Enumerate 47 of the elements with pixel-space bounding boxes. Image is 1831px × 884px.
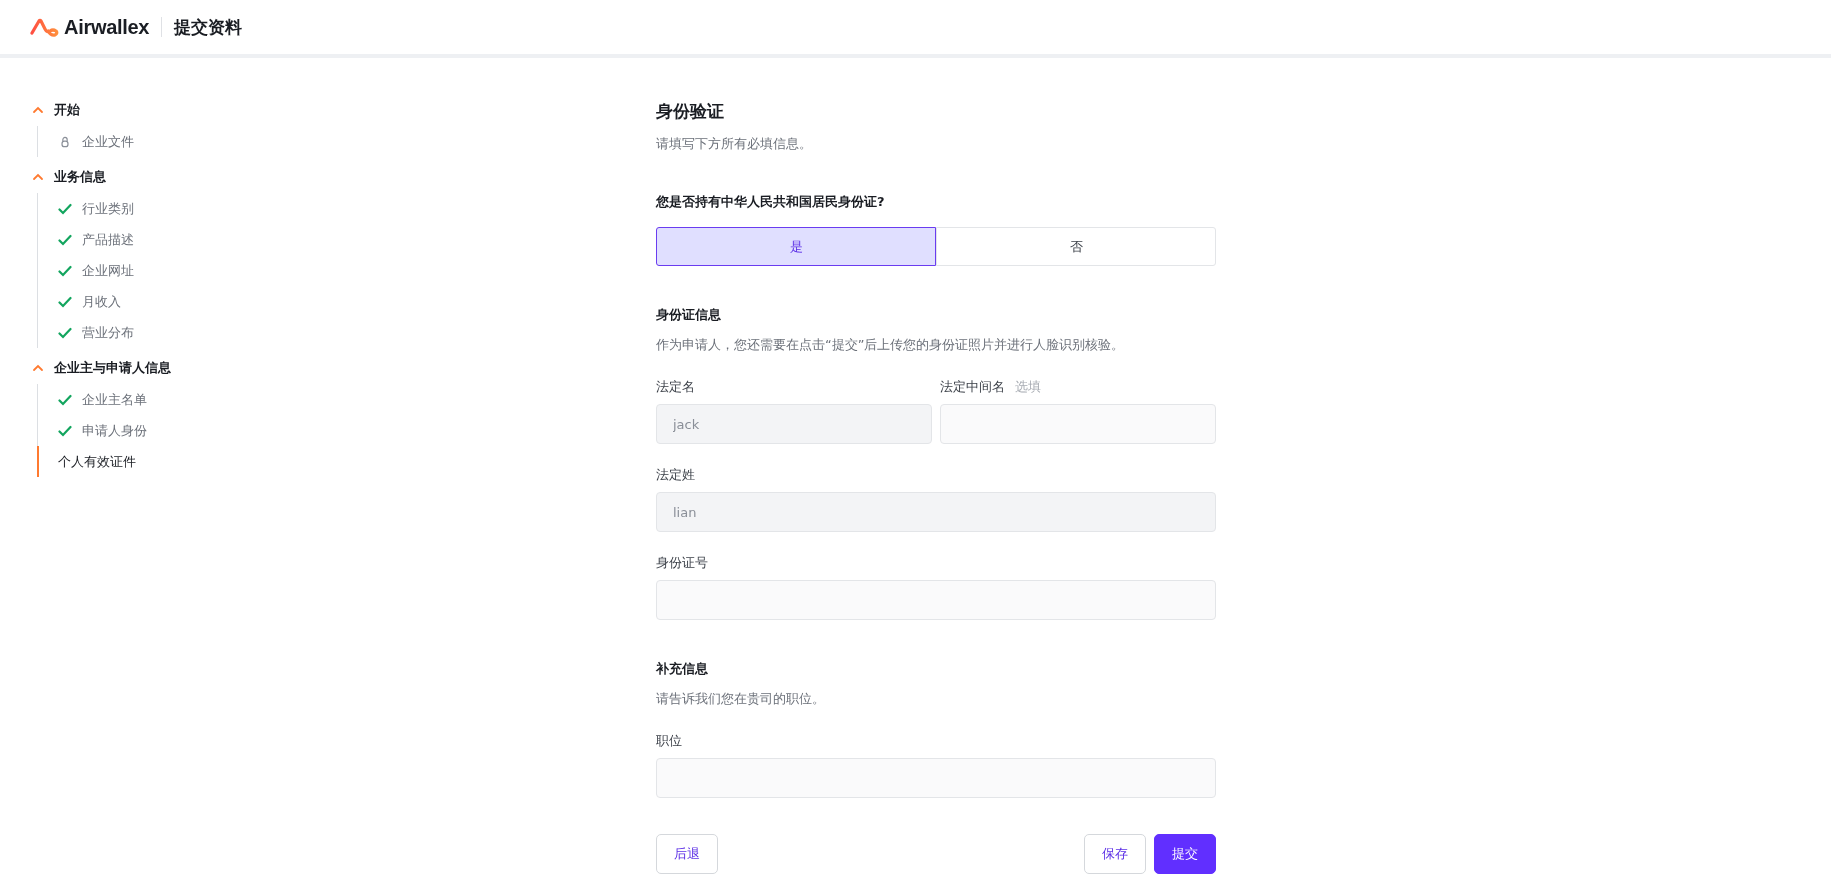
check-icon [58, 393, 72, 406]
page-title: 提交资料 [174, 15, 243, 39]
check-icon [58, 202, 72, 215]
nav-item[interactable]: 申请人身份 [38, 415, 656, 446]
chevron-icon[interactable] [32, 362, 44, 374]
section-title[interactable]: 企业主与申请人信息 [54, 359, 171, 377]
nav-item[interactable]: 营业分布 [38, 317, 656, 348]
section-heading: 身份证信息 [656, 306, 722, 324]
input-field[interactable] [656, 758, 1216, 798]
section-heading: 补充信息 [656, 660, 709, 678]
submit-button[interactable]: 提交 [1154, 834, 1216, 874]
logo-icon [30, 17, 60, 37]
section-description: 作为申请人，您还需要在点击“提交”后上传您的身份证照片并进行人脸识别核验。 [656, 336, 1126, 354]
nav-item[interactable]: 月收入 [38, 286, 656, 317]
field-label: 职位 [656, 732, 682, 750]
field-label: 法定名 [656, 378, 695, 396]
check-icon [58, 233, 72, 246]
question-text: 您是否持有中华人民共和国居民身份证? [656, 193, 886, 211]
brand-name: Airwallex [64, 15, 150, 39]
nav-item[interactable]: 企业网址 [38, 255, 656, 286]
chevron-icon[interactable] [32, 104, 44, 116]
field-label: 身份证号 [656, 554, 708, 572]
field-label: 法定姓 [656, 466, 695, 484]
input-field[interactable] [656, 580, 1216, 620]
input-field[interactable] [940, 404, 1216, 444]
option-button[interactable]: 是 [656, 227, 936, 266]
field-label: 法定中间名 [940, 378, 1005, 396]
section-title[interactable]: 开始 [54, 101, 80, 119]
check-icon [58, 326, 72, 339]
nav-item[interactable]: 个人有效证件 [37, 446, 656, 477]
section-title[interactable]: 业务信息 [54, 168, 106, 186]
section-description: 请告诉我们您在贵司的职位。 [656, 690, 826, 708]
chevron-icon[interactable] [32, 171, 44, 183]
back-button[interactable]: 后退 [656, 834, 718, 874]
check-icon [58, 295, 72, 308]
nav-item[interactable]: 产品描述 [38, 224, 656, 255]
nav-item[interactable]: 企业主名单 [38, 384, 656, 415]
option-button[interactable]: 否 [936, 227, 1216, 266]
form-title: 身份验证 [656, 100, 725, 123]
save-button[interactable]: 保存 [1084, 834, 1146, 874]
optional-tag: 选填 [1015, 378, 1041, 396]
nav-item[interactable]: 行业类别 [38, 193, 656, 224]
check-icon [58, 264, 72, 277]
check-icon [58, 424, 72, 437]
form-subtitle: 请填写下方所有必填信息。 [656, 135, 813, 153]
lock-icon [58, 135, 72, 148]
nav-item[interactable]: 企业文件 [38, 126, 656, 157]
